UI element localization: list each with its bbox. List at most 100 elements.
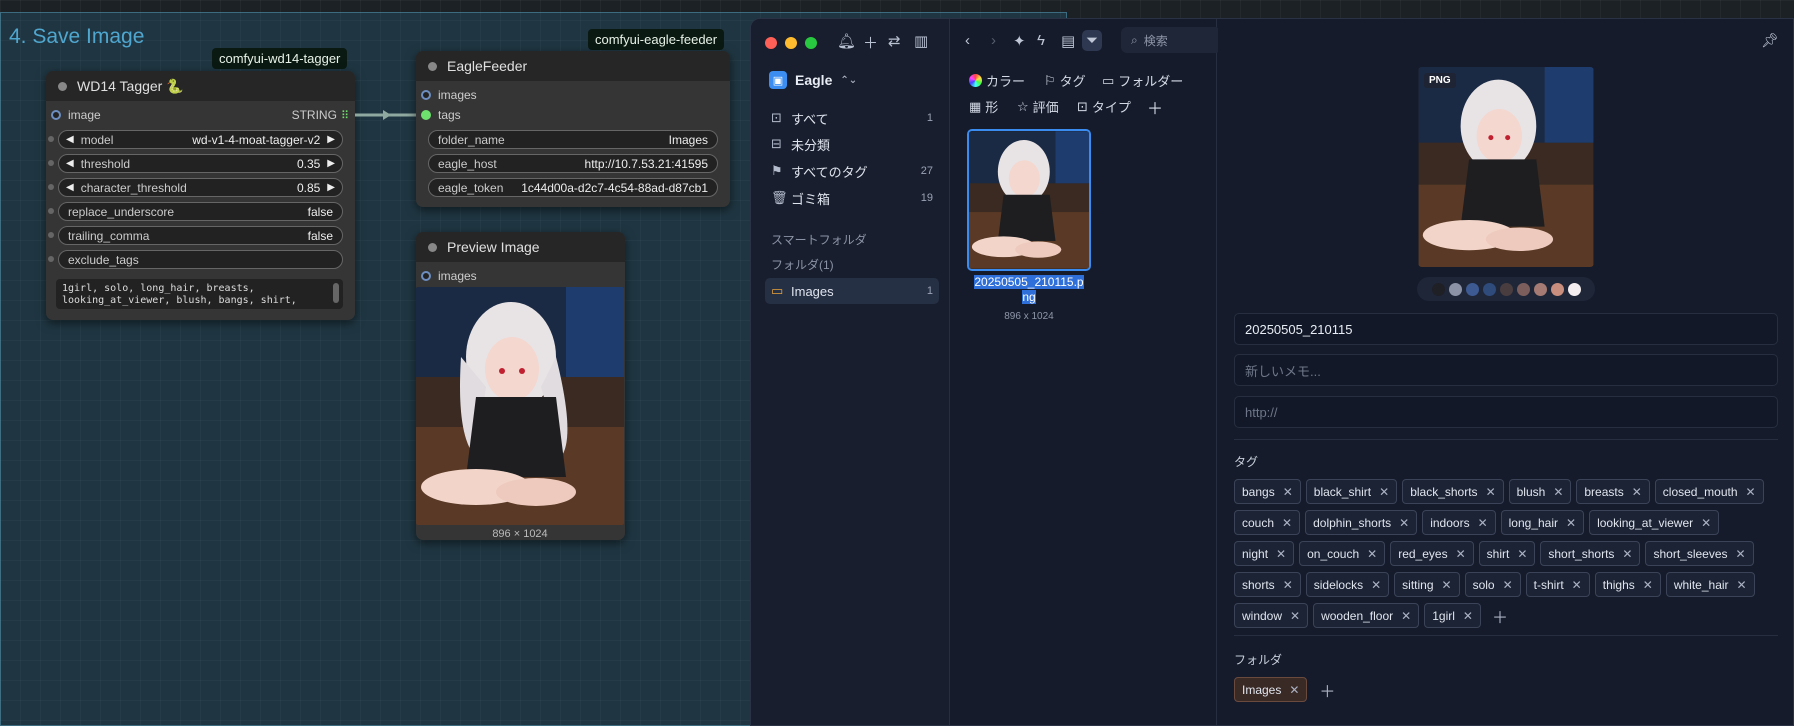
pin-icon[interactable]: 📌︎ (1761, 32, 1779, 49)
color-swatch[interactable] (1448, 282, 1462, 296)
tag-chip[interactable]: looking_at_viewer ✕ (1589, 510, 1720, 535)
tag-chip[interactable]: sidelocks ✕ (1305, 572, 1390, 597)
color-swatch[interactable] (1516, 282, 1530, 296)
decrement-arrow-icon[interactable]: ◀ (63, 134, 77, 145)
preview-image-node[interactable]: Preview Image images 896 × 1024 (416, 232, 625, 540)
remove-icon[interactable]: ✕ (1367, 547, 1377, 561)
color-swatch[interactable] (1465, 282, 1479, 296)
forward-arrow-icon[interactable]: › (991, 32, 996, 49)
remove-icon[interactable]: ✕ (1276, 547, 1286, 561)
remove-icon[interactable]: ✕ (1399, 516, 1409, 530)
decrement-arrow-icon[interactable]: ◀ (63, 158, 77, 169)
exclude-tags-field[interactable]: exclude_tags (48, 250, 343, 269)
tag-chip[interactable]: black_shirt ✕ (1305, 479, 1398, 504)
tagger-node-header[interactable]: WD14 Tagger 🐍 (46, 71, 355, 101)
decrement-arrow-icon[interactable]: ◀ (63, 182, 77, 193)
sidebar-item-uncategorized[interactable]: ⊟ 未分類 (765, 131, 939, 157)
remove-icon[interactable]: ✕ (1553, 485, 1563, 499)
tag-chip[interactable]: thighs ✕ (1594, 572, 1661, 597)
remove-icon[interactable]: ✕ (1736, 547, 1746, 561)
remove-icon[interactable]: ✕ (1289, 683, 1299, 697)
remove-icon[interactable]: ✕ (1478, 516, 1488, 530)
minimize-window-button[interactable] (785, 37, 797, 49)
filter-shape-button[interactable]: ▦ 形 (969, 97, 998, 116)
trailing-comma-toggle[interactable]: trailing_comma false (48, 226, 343, 245)
tag-chip[interactable]: short_sleeves ✕ (1645, 541, 1754, 566)
node-collapse-dot[interactable] (428, 61, 437, 71)
character-threshold-widget[interactable]: ◀ character_threshold 0.85 ▶ (48, 178, 343, 197)
tag-chip[interactable]: dolphin_shorts ✕ (1305, 510, 1418, 535)
remove-icon[interactable]: ✕ (1486, 485, 1496, 499)
thumbnail-filename[interactable]: 20250505_210115.p ng (967, 275, 1091, 305)
tag-chip[interactable]: closed_mouth ✕ (1654, 479, 1764, 504)
sidebar-item-all[interactable]: ⊡ すべて 1 (765, 105, 939, 131)
color-swatch[interactable] (1431, 282, 1445, 296)
folder-chip[interactable]: Images ✕ (1234, 677, 1308, 702)
string-output-slot[interactable]: ⠿ (341, 109, 349, 122)
maximize-window-button[interactable] (805, 37, 817, 49)
tag-chip[interactable]: indoors ✕ (1422, 510, 1496, 535)
puzzle-icon[interactable]: ✦ (1013, 32, 1026, 50)
tag-chip[interactable]: couch ✕ (1234, 510, 1301, 535)
tag-chip[interactable]: wooden_floor ✕ (1313, 603, 1420, 628)
color-swatch[interactable] (1482, 282, 1496, 296)
filename-field[interactable]: 20250505_210115 (1234, 313, 1778, 345)
inspector-preview-image[interactable]: PNG (1418, 67, 1594, 267)
remove-icon[interactable]: ✕ (1290, 609, 1300, 623)
tag-chip[interactable]: shirt ✕ (1478, 541, 1536, 566)
tag-chip[interactable]: breasts ✕ (1576, 479, 1650, 504)
sidebar-toggle-icon[interactable]: ▥ (914, 32, 928, 50)
tag-chip[interactable]: 1girl ✕ (1424, 603, 1481, 628)
lightning-icon[interactable]: ϟ (1037, 32, 1045, 49)
threshold-widget[interactable]: ◀ threshold 0.35 ▶ (48, 154, 343, 173)
remove-icon[interactable]: ✕ (1572, 578, 1582, 592)
remove-icon[interactable]: ✕ (1379, 485, 1389, 499)
remove-icon[interactable]: ✕ (1371, 578, 1381, 592)
remove-icon[interactable]: ✕ (1456, 547, 1466, 561)
scrollbar[interactable] (333, 283, 339, 303)
tag-chip[interactable]: white_hair ✕ (1665, 572, 1755, 597)
add-folder-button[interactable]: ＋ (1313, 678, 1341, 702)
close-window-button[interactable] (765, 37, 777, 49)
increment-arrow-icon[interactable]: ▶ (324, 182, 338, 193)
remove-icon[interactable]: ✕ (1746, 485, 1756, 499)
sidebar-item-images-folder[interactable]: ▭ Images 1 (765, 278, 939, 304)
remove-icon[interactable]: ✕ (1517, 547, 1527, 561)
preview-node-header[interactable]: Preview Image (416, 232, 625, 262)
image-thumbnail[interactable] (967, 129, 1091, 271)
tag-chip[interactable]: black_shorts ✕ (1402, 479, 1504, 504)
url-input[interactable]: http:// (1234, 396, 1778, 428)
tag-chip[interactable]: t-shirt ✕ (1525, 572, 1590, 597)
generated-image[interactable] (416, 287, 624, 525)
tag-chip[interactable]: red_eyes ✕ (1390, 541, 1474, 566)
images-input-slot[interactable] (421, 90, 431, 100)
tag-chip[interactable]: blush ✕ (1508, 479, 1572, 504)
color-swatch[interactable] (1550, 282, 1564, 296)
tags-input-slot[interactable] (421, 110, 431, 120)
swap-icon[interactable]: ⇄ (888, 32, 901, 50)
filter-folder-button[interactable]: ▭ フォルダー (1102, 71, 1183, 90)
tag-chip[interactable]: short_shorts ✕ (1540, 541, 1641, 566)
remove-icon[interactable]: ✕ (1503, 578, 1513, 592)
add-tag-button[interactable]: ＋ (1486, 603, 1514, 628)
eagle-feeder-node[interactable]: EagleFeeder images tags folder_name Imag… (416, 51, 730, 207)
eagle-window[interactable]: 🔔︎ ＋ ⇄ ▥ ▣ Eagle ⌃⌄ ⊡ すべて 1 ⊟ 未分類 ⚑ すべての… (750, 18, 1794, 726)
remove-icon[interactable]: ✕ (1442, 578, 1452, 592)
smart-folder-heading[interactable]: スマートフォルダ (771, 231, 867, 248)
wd14-tagger-node[interactable]: WD14 Tagger 🐍 image STRING ⠿ ◀ model wd-v… (46, 71, 355, 320)
remove-icon[interactable]: ✕ (1622, 547, 1632, 561)
remove-icon[interactable]: ✕ (1463, 609, 1473, 623)
plus-icon[interactable]: ＋ (863, 32, 878, 53)
library-switcher[interactable]: ▣ Eagle ⌃⌄ (769, 71, 857, 89)
bell-icon[interactable]: 🔔︎ (837, 32, 856, 50)
feeder-node-header[interactable]: EagleFeeder (416, 51, 730, 81)
folders-heading[interactable]: フォルダ(1) (771, 256, 834, 273)
eagle-token-field[interactable]: eagle_token 1c44d00a-d2c7-4c54-88ad-d87c… (428, 178, 718, 197)
remove-icon[interactable]: ✕ (1643, 578, 1653, 592)
replace-underscore-toggle[interactable]: replace_underscore false (48, 202, 343, 221)
eagle-host-field[interactable]: eagle_host http://10.7.53.21:41595 (428, 154, 718, 173)
filter-rating-button[interactable]: ☆ 評価 (1017, 97, 1059, 116)
tag-chip[interactable]: night ✕ (1234, 541, 1295, 566)
remove-icon[interactable]: ✕ (1737, 578, 1747, 592)
remove-icon[interactable]: ✕ (1282, 516, 1292, 530)
